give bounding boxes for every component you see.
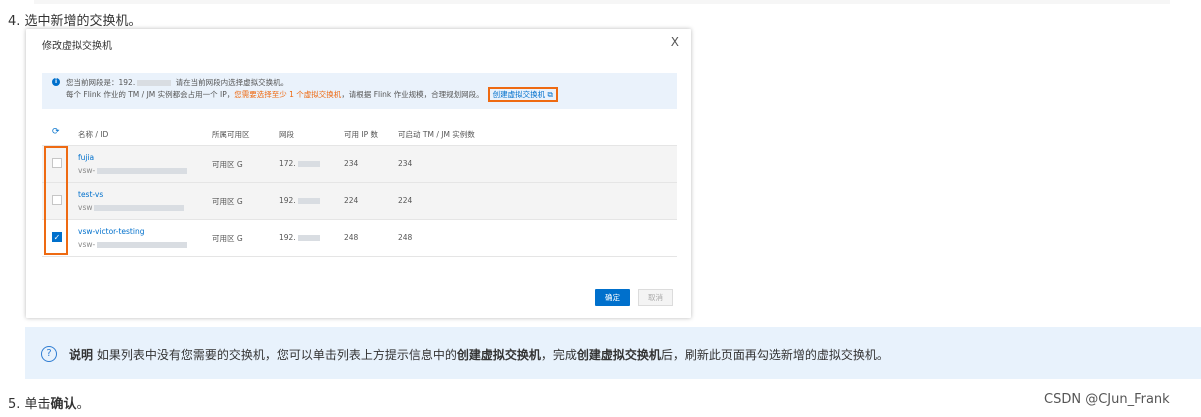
masked-text [297, 161, 320, 167]
instance-count-cell: 248 [398, 233, 413, 242]
masked-text [297, 235, 320, 241]
col-name: 名称 / ID [78, 130, 109, 139]
confirm-button[interactable]: 确定 [595, 289, 630, 306]
vswitch-id-prefix: vsw- [78, 240, 96, 249]
table-header: ⟳ 名称 / ID 所属可用区 网段 可用 IP 数 可启动 TM / JM 实… [42, 121, 677, 146]
ips-cell: 224 [344, 196, 359, 205]
instance-count-cell: 224 [398, 196, 413, 205]
create-vswitch-link[interactable]: 创建虚拟交换机 ⧉ [487, 87, 558, 102]
question-icon: ? [41, 346, 57, 362]
info-line-2-prefix: 每个 Flink 作业的 TM / JM 实例都会占用一个 IP， [66, 90, 235, 99]
info-icon: i [52, 78, 60, 86]
close-icon[interactable]: X [671, 35, 679, 49]
note-text-3: 后，刷新此页面再勾选新增的虚拟交换机。 [660, 348, 889, 362]
info-line-1-prefix: 您当前网段是：192. [66, 78, 136, 87]
row-checkbox-checked[interactable]: ✓ [52, 232, 62, 242]
segment-prefix: 192. [279, 233, 296, 242]
segment-prefix: 172. [279, 159, 296, 168]
vswitch-name[interactable]: vsw-victor-testing [78, 227, 144, 236]
ips-cell: 234 [344, 159, 359, 168]
table-row[interactable]: test-vs vsw 可用区 G 192. 224 224 [42, 183, 677, 220]
vswitch-id-prefix: vsw [78, 203, 93, 212]
vswitch-id-prefix: vsw- [78, 166, 96, 175]
masked-text [97, 168, 188, 174]
refresh-icon[interactable]: ⟳ [52, 127, 60, 137]
info-warning: 您需要选择至少 1 个虚拟交换机 [234, 90, 342, 99]
step-5-suffix: 。 [76, 397, 90, 412]
vswitch-name[interactable]: fujia [78, 153, 94, 162]
zone-cell: 可用区 G [212, 234, 243, 243]
note-box: ? 说明 如果列表中没有您需要的交换机，您可以单击列表上方提示信息中的创建虚拟交… [25, 327, 1201, 379]
segment-cell: 192. [279, 196, 322, 205]
info-line-2-mid: ，请根据 Flink 作业规模，合理规划网段。 [341, 90, 484, 99]
modify-vswitch-dialog: 修改虚拟交换机 X i 您当前网段是：192. 请在当前网段内选择虚拟交换机。 … [26, 29, 691, 318]
segment-cell: 172. [279, 159, 322, 168]
info-line-2: 每个 Flink 作业的 TM / JM 实例都会占用一个 IP，您需要选择至少… [66, 87, 558, 102]
step-5-prefix: 5. 单击 [8, 397, 51, 412]
vswitch-id: vsw- [78, 240, 189, 249]
watermark: CSDN @CJun_Frank [1044, 392, 1170, 407]
dialog-title: 修改虚拟交换机 [42, 41, 112, 52]
table-row[interactable]: ✓ vsw-victor-testing vsw- 可用区 G 192. 248… [42, 220, 677, 257]
zone-cell: 可用区 G [212, 160, 243, 169]
vswitch-table: ⟳ 名称 / ID 所属可用区 网段 可用 IP 数 可启动 TM / JM 实… [42, 121, 677, 257]
col-zone: 所属可用区 [212, 130, 250, 139]
info-line-1-suffix: 请在当前网段内选择虚拟交换机。 [175, 78, 289, 87]
instance-count-cell: 234 [398, 159, 413, 168]
info-line-1: 您当前网段是：192. 请在当前网段内选择虚拟交换机。 [66, 77, 288, 88]
masked-text [97, 242, 188, 248]
zone-cell: 可用区 G [212, 197, 243, 206]
step-5-bold: 确认 [50, 397, 77, 412]
step-4-text: 4. 选中新增的交换机。 [8, 14, 142, 29]
segment-prefix: 192. [279, 196, 296, 205]
col-segment: 网段 [279, 130, 294, 139]
note-text-1: 如果列表中没有您需要的交换机，您可以单击列表上方提示信息中的 [93, 348, 457, 362]
row-checkbox[interactable] [52, 158, 62, 168]
step-5-text: 5. 单击确认。 [8, 393, 90, 412]
note-text: 说明 如果列表中没有您需要的交换机，您可以单击列表上方提示信息中的创建虚拟交换机… [69, 346, 889, 363]
masked-text [94, 205, 185, 211]
vswitch-id: vsw [78, 203, 186, 212]
note-bold-2: 创建虚拟交换机 [576, 348, 661, 362]
col-available-ips: 可用 IP 数 [344, 130, 379, 139]
cancel-button[interactable]: 取消 [638, 289, 673, 306]
row-checkbox[interactable] [52, 195, 62, 205]
table-row[interactable]: fujia vsw- 可用区 G 172. 234 234 [42, 146, 677, 183]
ips-cell: 248 [344, 233, 359, 242]
note-label: 说明 [69, 348, 94, 362]
vswitch-id: vsw- [78, 166, 189, 175]
vswitch-name[interactable]: test-vs [78, 190, 103, 199]
top-divider [34, 0, 1170, 4]
note-text-2: ，完成 [540, 348, 577, 362]
info-banner: i 您当前网段是：192. 请在当前网段内选择虚拟交换机。 每个 Flink 作… [42, 73, 677, 109]
masked-text [297, 198, 320, 204]
segment-cell: 192. [279, 233, 322, 242]
col-instance-count: 可启动 TM / JM 实例数 [398, 130, 475, 139]
note-bold-1: 创建虚拟交换机 [456, 348, 541, 362]
masked-text [137, 80, 172, 86]
